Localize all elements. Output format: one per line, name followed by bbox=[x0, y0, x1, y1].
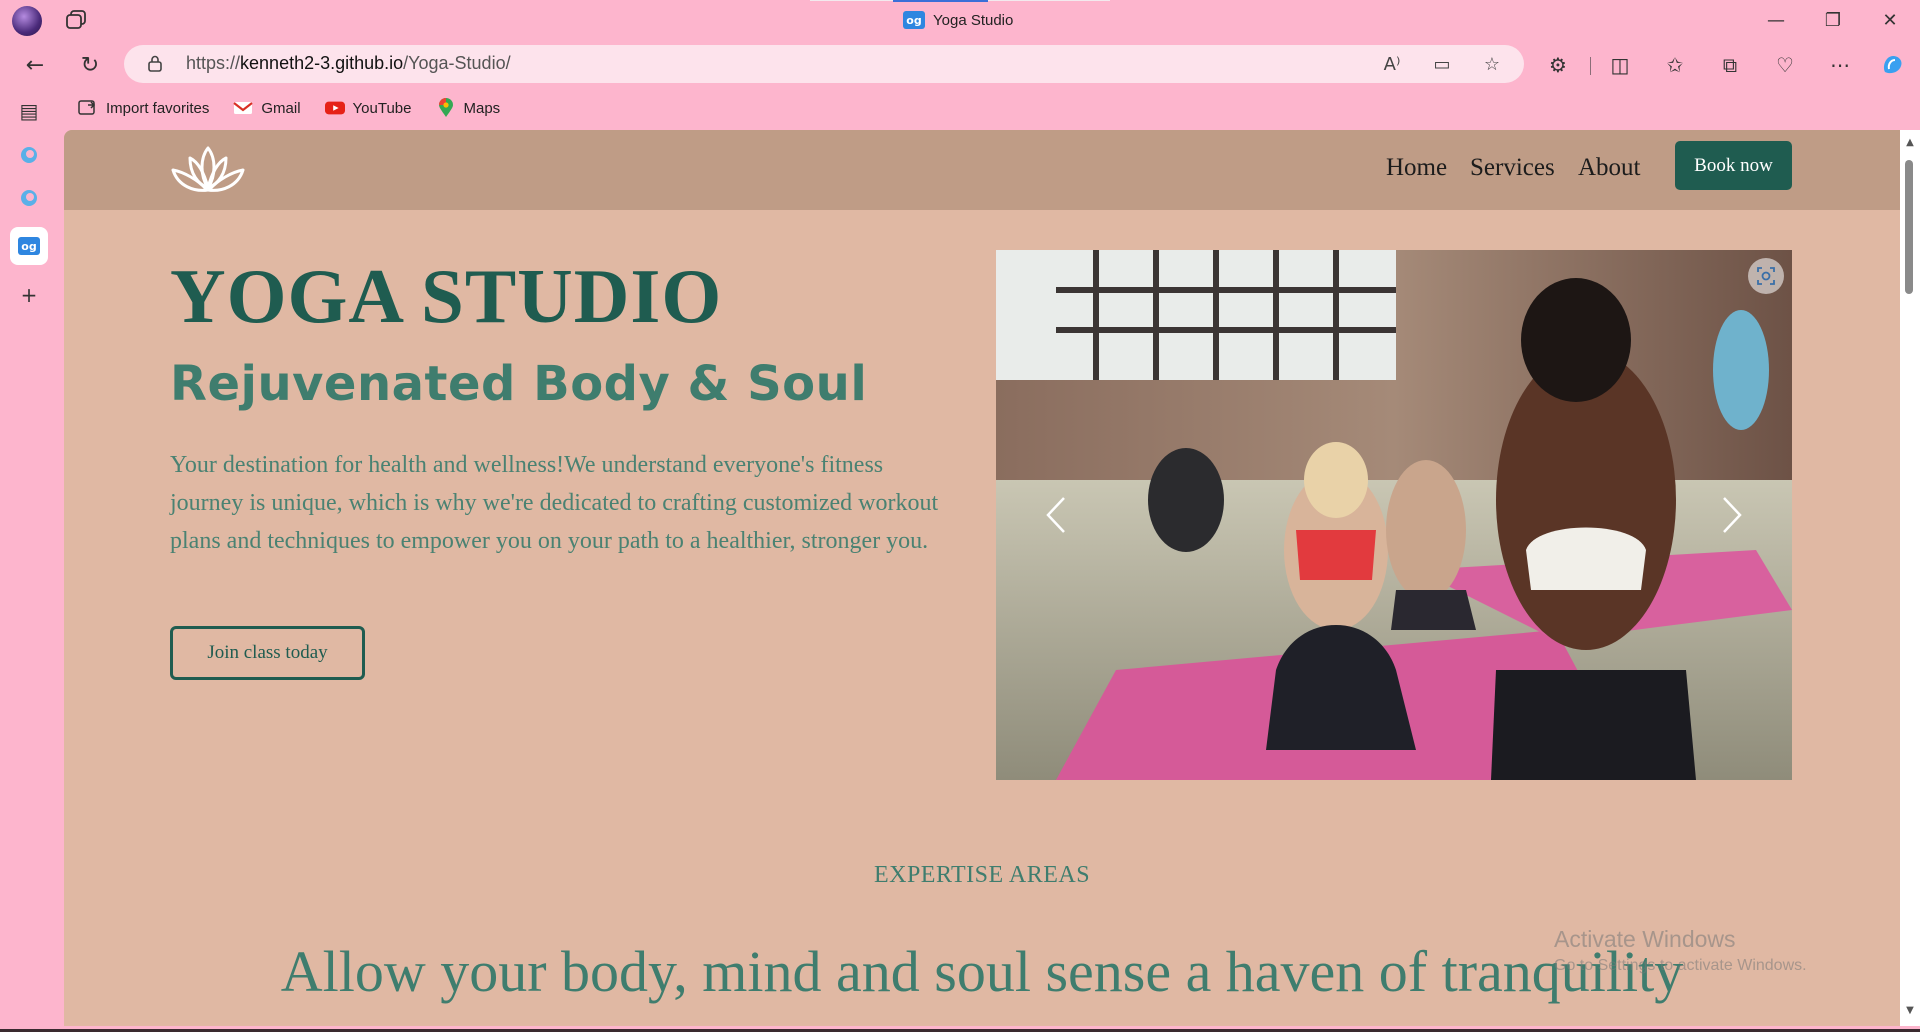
tab-actions-icon[interactable] bbox=[64, 8, 90, 32]
url-prefix: https:// bbox=[186, 53, 241, 73]
new-tab-icon[interactable]: + bbox=[14, 280, 44, 310]
import-icon bbox=[78, 100, 98, 116]
section-eyebrow: EXPERTISE AREAS bbox=[873, 862, 1091, 888]
carousel-prev-icon[interactable] bbox=[1036, 490, 1076, 540]
favorite-maps[interactable]: Maps bbox=[436, 98, 501, 117]
browser-titlebar: og Yoga Studio — ❐ ✕ bbox=[0, 0, 1920, 40]
settings-more-icon[interactable]: ⋯ bbox=[1825, 50, 1855, 80]
vertical-tabs-icon[interactable]: ▤ bbox=[14, 96, 44, 126]
split-screen-icon[interactable]: ◫ bbox=[1605, 50, 1635, 80]
address-bar[interactable]: https://kenneth2-3.github.io/Yoga-Studio… bbox=[124, 45, 1524, 83]
close-button[interactable]: ✕ bbox=[1870, 6, 1910, 34]
join-class-button[interactable]: Join class today bbox=[170, 626, 365, 680]
scrollbar-thumb[interactable] bbox=[1905, 160, 1913, 294]
favorite-star-icon[interactable]: ☆ bbox=[1480, 52, 1504, 76]
favorite-label: Maps bbox=[463, 99, 501, 117]
tab-title: Yoga Studio bbox=[933, 11, 1014, 29]
activate-windows-watermark: Activate Windows Go to Settings to activ… bbox=[1554, 926, 1807, 975]
hero-title: YOGA STUDIO bbox=[170, 253, 723, 339]
lock-icon[interactable] bbox=[148, 55, 162, 72]
favorite-label: YouTube bbox=[352, 99, 412, 117]
refresh-icon[interactable]: ↻ bbox=[75, 50, 105, 80]
extensions-icon[interactable]: ⚙ bbox=[1543, 50, 1573, 80]
hero-image-carousel[interactable] bbox=[996, 250, 1792, 780]
book-now-button[interactable]: Book now bbox=[1675, 141, 1792, 190]
immersive-reader-icon[interactable]: ▭ bbox=[1430, 52, 1454, 76]
page-scrollbar[interactable]: ▲ ▼ bbox=[1900, 130, 1920, 1026]
url-text[interactable]: https://kenneth2-3.github.io/Yoga-Studio… bbox=[186, 53, 511, 74]
url-host: kenneth2-3.github.io bbox=[240, 53, 404, 73]
favorite-gmail[interactable]: Gmail bbox=[233, 99, 301, 117]
edge-tab-icon[interactable] bbox=[14, 183, 44, 213]
scroll-up-icon[interactable]: ▲ bbox=[1904, 138, 1916, 148]
watermark-title: Activate Windows bbox=[1554, 926, 1736, 952]
scroll-down-icon[interactable]: ▼ bbox=[1904, 1006, 1916, 1016]
read-aloud-icon[interactable]: A⁾ bbox=[1380, 52, 1404, 76]
favorite-import[interactable]: Import favorites bbox=[78, 100, 209, 117]
hero-subtitle: Rejuvenated Body & Soul bbox=[170, 356, 868, 412]
yoga-studio-tab-icon[interactable]: og bbox=[10, 227, 48, 265]
carousel-next-icon[interactable] bbox=[1712, 490, 1752, 540]
active-tab-indicator bbox=[893, 0, 988, 2]
site-favicon-icon: og bbox=[18, 237, 40, 255]
copilot-icon[interactable] bbox=[1878, 50, 1908, 80]
minimize-button[interactable]: — bbox=[1756, 6, 1796, 34]
favorites-icon[interactable]: ✩ bbox=[1660, 50, 1690, 80]
hero-description: Your destination for health and wellness… bbox=[170, 452, 939, 554]
favorite-youtube[interactable]: YouTube bbox=[324, 99, 412, 117]
edge-tab-icon[interactable] bbox=[14, 140, 44, 170]
favorites-bar: Import favorites Gmail YouTube Maps bbox=[78, 94, 500, 122]
gmail-icon bbox=[233, 100, 254, 116]
nav-services[interactable]: Services bbox=[1470, 154, 1555, 182]
nav-home[interactable]: Home bbox=[1386, 154, 1447, 182]
nav-about[interactable]: About bbox=[1578, 154, 1641, 182]
url-path: /Yoga-Studio/ bbox=[403, 53, 511, 73]
restore-button[interactable]: ❐ bbox=[1813, 6, 1853, 34]
browser-essentials-icon[interactable]: ♡ bbox=[1770, 50, 1800, 80]
watermark-subtitle: Go to Settings to activate Windows. bbox=[1554, 957, 1807, 974]
lotus-logo-icon[interactable] bbox=[170, 144, 246, 196]
collections-icon[interactable]: ⧉ bbox=[1715, 50, 1745, 80]
favorite-label: Import favorites bbox=[106, 99, 210, 117]
visual-search-icon[interactable] bbox=[1748, 258, 1784, 294]
favorite-label: Gmail bbox=[261, 99, 301, 117]
back-icon[interactable]: ← bbox=[20, 50, 50, 80]
active-tab[interactable]: og Yoga Studio bbox=[903, 8, 1013, 32]
maps-icon bbox=[436, 98, 456, 117]
youtube-icon bbox=[324, 100, 345, 116]
site-favicon-icon: og bbox=[903, 11, 925, 29]
toolbar-separator bbox=[1590, 57, 1591, 75]
page-viewport: Home Services About Book now YOGA STUDIO… bbox=[64, 130, 1900, 1026]
yoga-class-photo bbox=[996, 250, 1792, 780]
site-header: Home Services About Book now bbox=[64, 130, 1900, 210]
profile-avatar[interactable] bbox=[12, 6, 42, 36]
browser-toolbar: ← ↻ https://kenneth2-3.github.io/Yoga-St… bbox=[0, 40, 1920, 88]
